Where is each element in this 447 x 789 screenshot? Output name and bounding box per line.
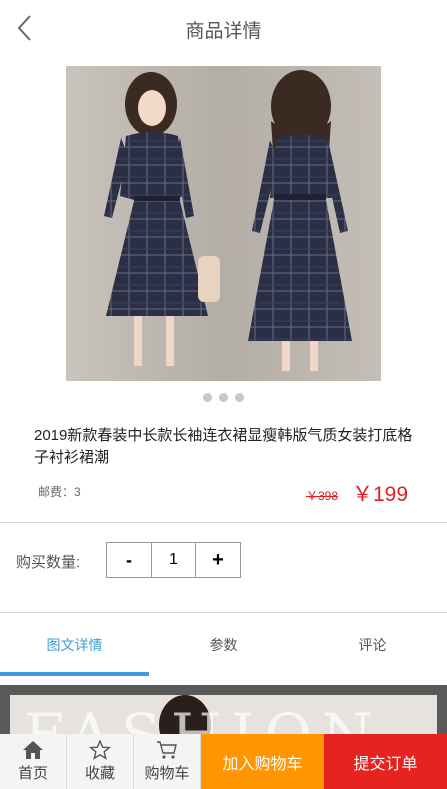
- increase-quantity-button[interactable]: +: [196, 543, 240, 577]
- quantity-input[interactable]: 1: [152, 543, 196, 577]
- nav-favorites[interactable]: 收藏: [67, 734, 134, 789]
- product-title: 2019新款春装中长款长袖连衣裙显瘦韩版气质女装打底格子衬衫裙潮: [34, 427, 413, 466]
- page-title: 商品详情: [185, 21, 262, 42]
- tab-reviews[interactable]: 评论: [298, 614, 447, 676]
- tab-parameters[interactable]: 参数: [149, 614, 298, 676]
- carousel-dot[interactable]: [235, 393, 244, 402]
- quantity-stepper: - 1 +: [106, 542, 241, 578]
- carousel-indicator: [0, 393, 447, 402]
- nav-cart-label: 购物车: [144, 765, 190, 782]
- bottom-action-bar: 首页 收藏 购物车 加入购物车 提交订单: [0, 734, 447, 789]
- nav-home[interactable]: 首页: [0, 734, 67, 789]
- carousel-dot[interactable]: [203, 393, 212, 402]
- top-bar: 商品详情: [0, 0, 447, 56]
- postage-fee: 邮费：3: [38, 485, 81, 499]
- product-image-carousel[interactable]: [66, 66, 381, 381]
- product-photo: [66, 66, 381, 381]
- nav-favorites-label: 收藏: [84, 765, 115, 782]
- star-icon: [89, 740, 111, 760]
- quantity-label: 购买数量:: [16, 554, 81, 571]
- original-price: ￥398: [306, 489, 339, 503]
- home-icon: [23, 741, 43, 759]
- tab-image-details[interactable]: 图文详情: [0, 614, 149, 676]
- add-to-cart-button[interactable]: 加入购物车: [201, 734, 324, 789]
- submit-order-button[interactable]: 提交订单: [324, 734, 447, 789]
- decrease-quantity-button[interactable]: -: [107, 543, 152, 577]
- divider: [0, 522, 447, 523]
- nav-home-label: 首页: [17, 765, 48, 782]
- nav-cart[interactable]: 购物车: [134, 734, 201, 789]
- divider: [0, 612, 447, 613]
- carousel-dot[interactable]: [219, 393, 228, 402]
- cart-icon: [157, 741, 177, 759]
- sale-price: ￥199: [352, 483, 409, 506]
- detail-tabs: 图文详情 参数 评论: [0, 614, 447, 676]
